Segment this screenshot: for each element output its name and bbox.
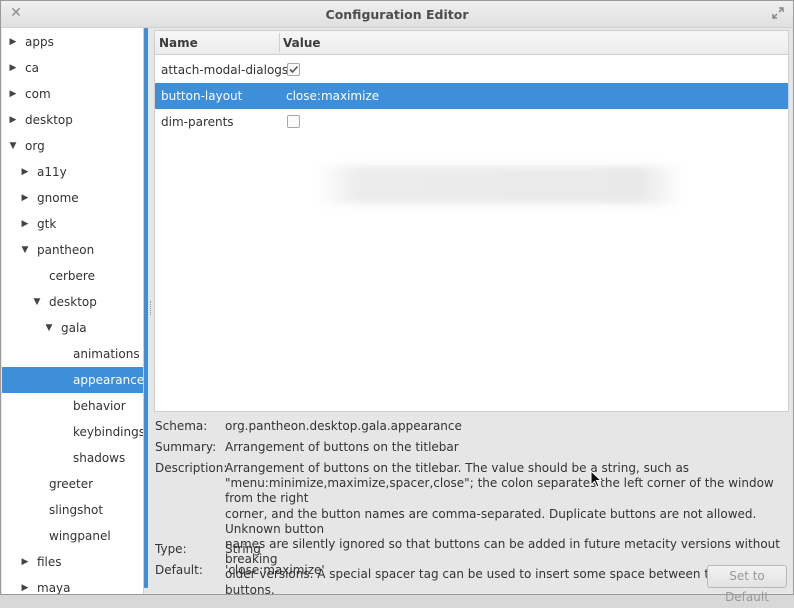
type-label: Type: [155,542,187,556]
tree-item-wingpanel[interactable]: wingpanel [2,523,143,549]
tree-item-pantheon[interactable]: ▼ pantheon [2,237,143,263]
tree-item-appearance[interactable]: appearance [2,367,144,393]
table-row[interactable]: dim-parents [155,109,788,135]
tree-item-label: ca [25,61,39,75]
summary-value: Arrangement of buttons on the titlebar [225,440,459,454]
tree-item-label: desktop [25,113,73,127]
column-header-value[interactable]: Value [283,36,321,50]
tree-item-label: desktop [49,295,97,309]
expanded-triangle-icon[interactable]: ▼ [8,133,18,159]
checkmark-icon [289,65,299,74]
tree-item-label: maya [37,581,71,594]
column-separator [279,33,280,52]
tree-item-label: shadows [73,451,126,465]
collapsed-triangle-icon[interactable]: ▶ [20,211,30,237]
tree-item-label: apps [25,35,54,49]
set-to-default-button[interactable]: Set to Default [707,565,787,604]
tree-item-label: wingpanel [49,529,111,543]
default-label: Default: [155,563,203,577]
tree-item-gala[interactable]: ▼ gala [2,315,143,341]
mouse-pointer-icon [590,470,602,488]
tree-item-org[interactable]: ▼ org [2,133,143,159]
default-value: 'close:maximize' [225,563,325,577]
tree-item-gtk[interactable]: ▶ gtk [2,211,143,237]
tree-item-slingshot[interactable]: slingshot [2,497,143,523]
tree-item-label: slingshot [49,503,104,517]
key-name: button-layout [161,89,243,103]
description-line: Arrangement of buttons on the titlebar. … [225,461,690,475]
tree-item-files[interactable]: ▶ files [2,549,143,575]
tree-item-label: behavior [73,399,126,413]
tree-item-cerbere[interactable]: cerbere [2,263,143,289]
tree-item-ca[interactable]: ▶ ca [2,55,143,81]
tree-item-keybindings[interactable]: keybindings [2,419,144,445]
value-checkbox[interactable] [287,115,300,128]
description-line: corner, and the button names are comma-s… [225,506,757,536]
maximize-icon[interactable] [771,6,785,20]
tree-item-a11y[interactable]: ▶ a11y [2,159,143,185]
summary-label: Summary: [155,440,217,454]
tree-item-label: pantheon [37,243,95,257]
tree-item-label: files [37,555,62,569]
tree-scrollbar[interactable] [144,28,148,594]
tree-item-label: cerbere [49,269,95,283]
tree-item-label: animations [73,347,140,361]
main-panel: Name Value attach-modal-dialogs button-la… [154,28,793,604]
key-value[interactable]: close:maximize [286,83,379,109]
tree-item-com[interactable]: ▶ com [2,81,143,107]
collapsed-triangle-icon[interactable]: ▶ [8,55,18,81]
collapsed-triangle-icon[interactable]: ▶ [8,81,18,107]
key-name: dim-parents [161,115,234,129]
expanded-triangle-icon[interactable]: ▼ [20,237,30,263]
tree-item-animations[interactable]: animations [2,341,143,367]
schema-tree[interactable]: ▶ apps ▶ ca ▶ com ▶ desktop ▼ org ▶ a11y ▶ gnome ▶ gtk ▼… [2,28,144,594]
collapsed-triangle-icon[interactable]: ▶ [20,549,30,575]
tree-item-label: keybindings [73,425,144,439]
tree-item-greeter[interactable]: greeter [2,471,143,497]
tree-item-desktop[interactable]: ▶ desktop [2,107,143,133]
collapsed-triangle-icon[interactable]: ▶ [20,185,30,211]
window-title: Configuration Editor [325,7,469,22]
tree-item-shadows[interactable]: shadows [2,445,143,471]
tree-item-apps[interactable]: ▶ apps [2,29,143,55]
titlebar: ✕ Configuration Editor [1,1,793,28]
pane-separator-handle[interactable] [150,301,152,315]
expanded-triangle-icon[interactable]: ▼ [32,289,42,315]
type-value: String [225,542,261,556]
tree-item-behavior[interactable]: behavior [2,393,143,419]
tree-item-label: a11y [37,165,67,179]
collapsed-triangle-icon[interactable]: ▶ [20,159,30,185]
collapsed-triangle-icon[interactable]: ▶ [20,575,30,594]
column-header-name[interactable]: Name [159,36,198,50]
tree-item-label: gala [61,321,87,335]
tree-item-label: com [25,87,51,101]
tree-item-maya[interactable]: ▶ maya [2,575,143,594]
value-checkbox[interactable] [287,63,300,76]
description-label: Description: [155,461,228,475]
schema-value: org.pantheon.desktop.gala.appearance [225,419,462,433]
table-row[interactable]: attach-modal-dialogs [155,57,788,83]
scrollbar-thumb[interactable] [144,28,148,588]
tree-item-label: gtk [37,217,57,231]
expanded-triangle-icon[interactable]: ▼ [44,315,54,341]
blurred-overlay [315,166,685,204]
keys-table: Name Value attach-modal-dialogs button-la… [154,30,789,412]
tree-item-label: appearance [73,373,144,387]
tree-item-label: greeter [49,477,94,491]
table-row[interactable]: button-layout close:maximize [155,83,788,109]
configuration-editor-window: ✕ Configuration Editor ▶ apps ▶ ca ▶ com ▶ desk… [0,0,794,604]
schema-label: Schema: [155,419,208,433]
key-name: attach-modal-dialogs [161,63,289,77]
tree-item-label: org [25,139,45,153]
tree-item-label: gnome [37,191,79,205]
tree-item-desktop[interactable]: ▼ desktop [2,289,143,315]
collapsed-triangle-icon[interactable]: ▶ [8,29,18,55]
table-header: Name Value [155,31,788,55]
collapsed-triangle-icon[interactable]: ▶ [8,107,18,133]
tree-item-gnome[interactable]: ▶ gnome [2,185,143,211]
description-line: "menu:minimize,maximize,spacer,close"; t… [225,476,774,506]
